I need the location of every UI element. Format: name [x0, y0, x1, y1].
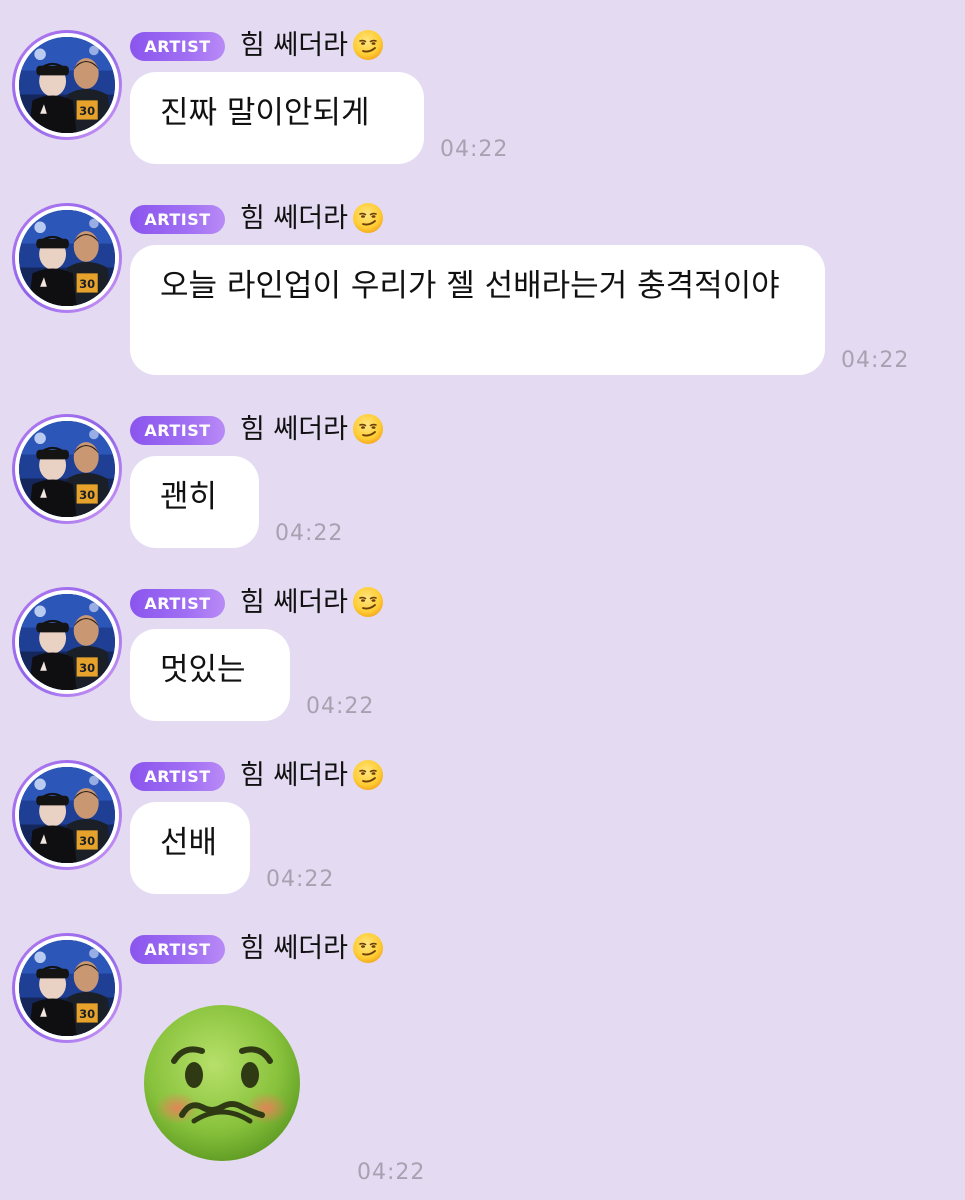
artist-badge: ARTIST: [130, 416, 225, 445]
message-bubble[interactable]: 멋있는: [130, 629, 290, 721]
timestamp: 04:22: [841, 348, 910, 373]
nickname: 힘 쎄더라: [240, 412, 384, 448]
artist-badge: ARTIST: [130, 762, 225, 791]
message-bubble[interactable]: 괜히: [130, 456, 259, 548]
nauseated-face-icon[interactable]: [142, 1003, 302, 1163]
timestamp: 04:22: [357, 1160, 426, 1185]
nickname: 힘 쎄더라: [240, 28, 384, 64]
message-bubble[interactable]: 진짜 말이안되게: [130, 72, 424, 164]
nickname: 힘 쎄더라: [240, 931, 384, 967]
timestamp: 04:22: [275, 521, 344, 546]
timestamp: 04:22: [306, 694, 375, 719]
nickname: 힘 쎄더라: [240, 201, 384, 237]
avatar[interactable]: [12, 587, 122, 697]
avatar[interactable]: [12, 203, 122, 313]
smirking-face-icon: [352, 413, 384, 445]
timestamp: 04:22: [266, 867, 335, 892]
avatar[interactable]: [12, 933, 122, 1043]
avatar[interactable]: [12, 30, 122, 140]
smirking-face-icon: [352, 932, 384, 964]
smirking-face-icon: [352, 29, 384, 61]
nickname: 힘 쎄더라: [240, 758, 384, 794]
avatar[interactable]: [12, 760, 122, 870]
nickname: 힘 쎄더라: [240, 585, 384, 621]
artist-badge: ARTIST: [130, 205, 225, 234]
smirking-face-icon: [352, 586, 384, 618]
smirking-face-icon: [352, 759, 384, 791]
smirking-face-icon: [352, 202, 384, 234]
avatar[interactable]: [12, 414, 122, 524]
message-bubble[interactable]: 오늘 라인업이 우리가 젤 선배라는거 충격적이야: [130, 245, 825, 375]
timestamp: 04:22: [440, 137, 509, 162]
message-bubble[interactable]: 선배: [130, 802, 250, 894]
artist-badge: ARTIST: [130, 32, 225, 61]
artist-badge: ARTIST: [130, 935, 225, 964]
artist-badge: ARTIST: [130, 589, 225, 618]
